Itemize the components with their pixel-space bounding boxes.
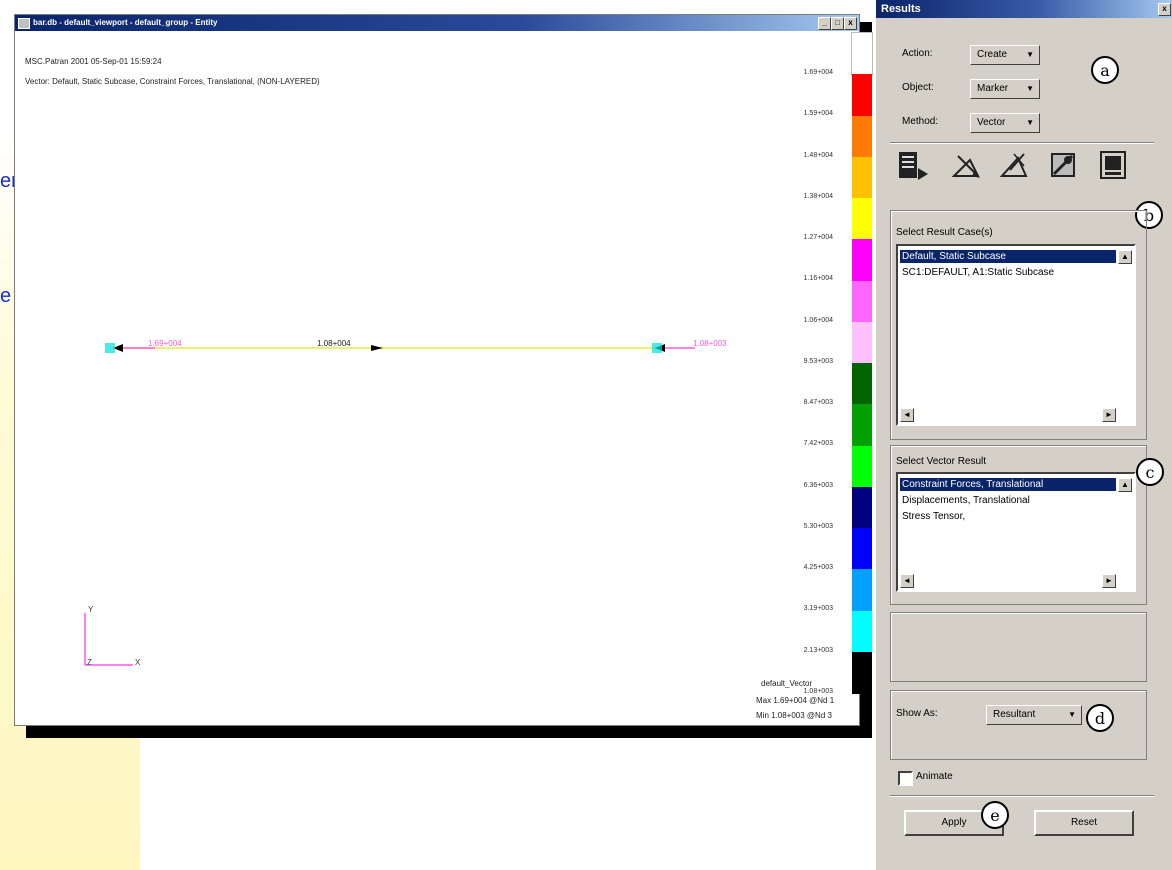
reset-button[interactable]: Reset — [1034, 810, 1134, 836]
chevron-down-icon: ▼ — [1026, 84, 1034, 93]
scroll-up-button[interactable]: ▲ — [1118, 250, 1132, 264]
legend-tick-label: 3.19+003 — [803, 605, 833, 613]
legend-tick-label: 1.38+004 — [803, 192, 833, 200]
results-titlebar[interactable]: Results x — [876, 0, 1172, 18]
legend-tick-label: 1.27+004 — [803, 234, 833, 241]
select-results-icon[interactable] — [896, 148, 930, 182]
axis-z-label: Z — [87, 658, 92, 667]
result-case-label: Select Result Case(s) — [896, 227, 993, 238]
scroll-right-button[interactable]: ► — [1102, 408, 1116, 422]
list-item[interactable]: Displacements, Translational — [900, 494, 1116, 507]
object-label: Object: — [902, 82, 934, 93]
axis-x-label: X — [135, 658, 141, 667]
vector-result-label: Select Vector Result — [896, 456, 987, 467]
legend-tick-label: 9.53+003 — [803, 357, 833, 365]
axis-y-label: Y — [88, 605, 94, 614]
legend-color-segment — [852, 280, 872, 323]
results-panel: Results x Action: Create ▼ Object: Marke… — [875, 0, 1172, 870]
scroll-up-button[interactable]: ▲ — [1118, 478, 1132, 492]
list-item[interactable]: Constraint Forces, Translational — [900, 478, 1116, 491]
legend-max: Max 1.69+004 @Nd 1 — [756, 696, 835, 705]
chevron-down-icon: ▼ — [1026, 50, 1034, 59]
empty-options-group — [890, 612, 1147, 682]
chevron-down-icon: ▼ — [1068, 710, 1076, 719]
legend-color-segment — [852, 610, 872, 653]
model-graphics — [84, 343, 695, 666]
method-value: Vector — [977, 117, 1006, 128]
object-value: Marker — [977, 83, 1009, 94]
show-as-label: Show As: — [896, 708, 938, 719]
vector-result-listbox[interactable]: Constraint Forces, Translational Displac… — [896, 472, 1136, 592]
list-item[interactable]: Default, Static Subcase — [900, 250, 1116, 263]
legend-tick-label: 1.48+004 — [803, 151, 833, 159]
legend-color-segment — [852, 486, 872, 529]
legend-tick-label: 8.47+003 — [803, 399, 833, 406]
method-dropdown[interactable]: Vector ▼ — [970, 113, 1040, 133]
legend-tick-label: 4.25+003 — [803, 564, 833, 571]
results-title: Results — [881, 3, 921, 15]
separator — [890, 795, 1154, 797]
legend-tick-label: 5.30+003 — [803, 522, 833, 530]
legend-tick-label: 1.06+004 — [803, 316, 833, 324]
animate-label: Animate — [916, 771, 953, 782]
close-button[interactable]: x — [1158, 3, 1171, 16]
callout-a: a — [1091, 56, 1119, 84]
action-label: Action: — [902, 48, 933, 59]
slide-text-fragment-2: e — [0, 285, 12, 307]
display-attributes-icon[interactable] — [998, 148, 1032, 182]
legend-min: Min 1.08+003 @Nd 3 — [756, 711, 832, 720]
right-vector-value: 1.08+003 — [693, 339, 727, 348]
legend-color-segment — [852, 321, 872, 364]
legend-color-segment — [851, 32, 873, 76]
viewport-window[interactable]: bar.db - default_viewport - default_grou… — [14, 14, 873, 726]
legend-color-segment — [852, 528, 872, 570]
legend-color-segment — [852, 363, 872, 405]
center-vector-value: 1.08+004 — [317, 339, 351, 348]
left-node-marker — [105, 343, 115, 353]
legend-color-segment — [852, 115, 872, 158]
animation-options-icon[interactable] — [1096, 148, 1130, 182]
object-dropdown[interactable]: Marker ▼ — [970, 79, 1040, 99]
legend-color-segment — [852, 239, 872, 281]
callout-d: d — [1086, 704, 1114, 732]
show-as-value: Resultant — [993, 709, 1036, 720]
legend-tick-label: 1.16+004 — [803, 275, 833, 283]
target-entities-icon[interactable] — [950, 148, 984, 182]
callout-e: e — [981, 801, 1009, 829]
right-node-marker — [652, 343, 662, 353]
animate-checkbox[interactable] — [898, 771, 913, 786]
action-dropdown[interactable]: Create ▼ — [970, 45, 1040, 65]
legend-tick-label: 1.08+003 — [803, 687, 833, 695]
result-case-listbox[interactable]: Default, Static Subcase SC1:DEFAULT, A1:… — [896, 244, 1136, 426]
plot-options-icon[interactable] — [1046, 148, 1080, 182]
legend-color-segment — [852, 156, 872, 199]
legend-color-segment — [852, 404, 872, 446]
legend-name: default_Vector — [761, 679, 813, 688]
separator — [890, 142, 1154, 144]
legend-color-segment — [852, 198, 872, 240]
list-item[interactable]: Stress Tensor, — [900, 510, 1116, 523]
legend-color-segment — [852, 651, 872, 694]
legend-tick-label: 7.42+003 — [803, 440, 833, 448]
legend-tick-label: 1.59+004 — [803, 110, 833, 118]
legend-color-segment — [852, 74, 872, 116]
show-as-dropdown[interactable]: Resultant ▼ — [986, 705, 1082, 725]
list-item[interactable]: SC1:DEFAULT, A1:Static Subcase — [900, 266, 1116, 279]
left-vector-value: 1.69+004 — [148, 339, 182, 348]
legend-tick-label: 6.36+003 — [803, 481, 833, 489]
callout-c: c — [1136, 458, 1164, 486]
legend-color-segment — [852, 445, 872, 488]
method-label: Method: — [902, 116, 939, 127]
color-legend — [851, 32, 873, 694]
action-value: Create — [977, 49, 1008, 60]
scroll-right-button[interactable]: ► — [1102, 574, 1116, 588]
chevron-down-icon: ▼ — [1026, 118, 1034, 127]
legend-color-segment — [852, 569, 872, 611]
legend-tick-label: 1.69+004 — [803, 69, 833, 76]
center-vector-arrowhead — [371, 345, 383, 351]
legend-tick-label: 2.13+003 — [803, 646, 833, 654]
scroll-left-button[interactable]: ◄ — [900, 574, 914, 588]
scroll-left-button[interactable]: ◄ — [900, 408, 914, 422]
